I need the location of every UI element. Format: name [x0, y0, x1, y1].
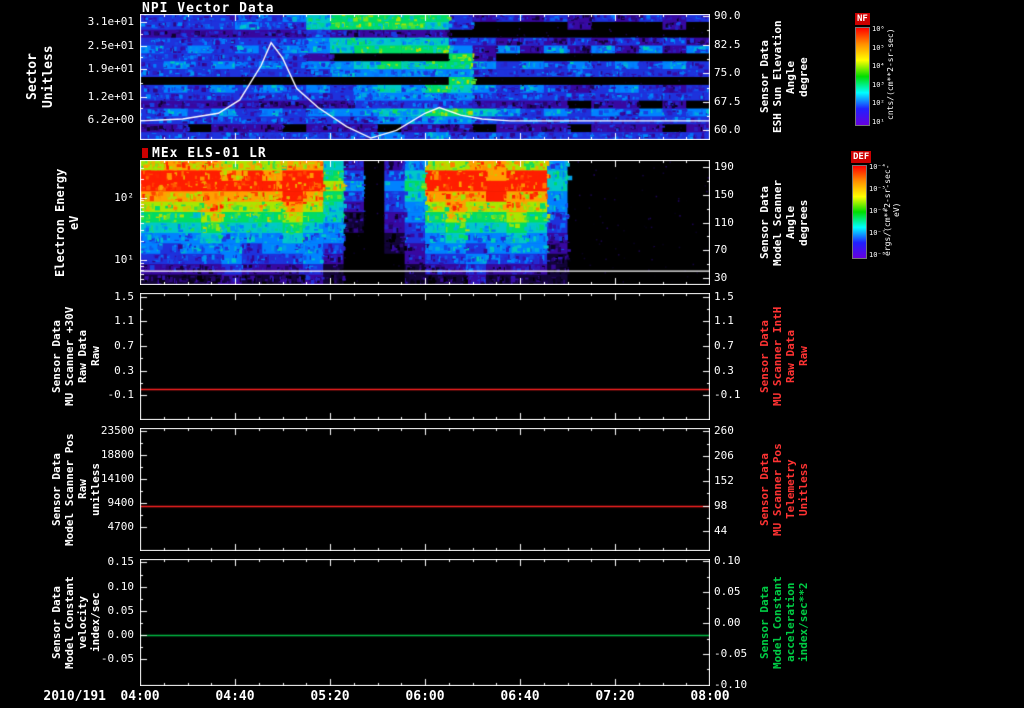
- right-axis-tick-label: 0.7: [714, 339, 734, 353]
- left-axis-title-line: unitless: [89, 463, 102, 516]
- right-axis-tick-label: 60.0: [714, 123, 741, 137]
- x-axis-date-label: 2010/191: [43, 689, 106, 704]
- left-axis-tick-label: 3.1e+01: [87, 14, 134, 28]
- def-colorbar: [852, 165, 867, 259]
- left-axis-tick-label: 2.5e+01: [87, 38, 134, 52]
- colorbar-tick-label: 10⁻⁴: [869, 162, 886, 171]
- right-axis-tick-label: 30: [714, 271, 728, 285]
- right-axis-title-line: Sensor Data: [758, 186, 771, 259]
- right-axis-title-line: Model Constant: [771, 576, 784, 669]
- right-axis-tick-label: -0.1: [714, 388, 741, 402]
- right-axis-tick-label: 190: [714, 159, 734, 173]
- left-axis-title-line: eV: [67, 215, 81, 230]
- colorbar-tick-label: 10³: [872, 80, 885, 89]
- right-axis-tick-label: 150: [714, 187, 734, 201]
- def-colorbar-title: DEF: [851, 151, 872, 163]
- x-axis-tick-label: 04:00: [120, 689, 160, 704]
- x-axis-tick-label: 07:20: [595, 689, 635, 704]
- right-axis-tick-label: 1.5: [714, 289, 734, 303]
- colorbar-tick-label: 10⁻⁶: [869, 207, 886, 215]
- right-axis-tick-label: 67.5: [714, 94, 741, 108]
- right-axis-title-line: Raw: [797, 346, 810, 367]
- left-axis-title-line: Sensor Data: [50, 453, 63, 526]
- left-axis-title-line: Sensor Data: [50, 586, 63, 659]
- right-axis-tick-label: 0.00: [714, 616, 741, 630]
- model-scanner-pos-plot-canvas: [140, 428, 710, 551]
- colorbar-tick-label: 10⁴: [872, 62, 885, 71]
- right-axis-title-line: Angle: [784, 60, 797, 94]
- left-axis-title-line: Unitless: [41, 45, 56, 109]
- x-axis-tick-label: 08:00: [690, 689, 730, 704]
- right-axis-title-line: Sensor Data: [758, 320, 771, 393]
- right-axis-title-line: Sensor Data: [758, 586, 771, 659]
- left-axis-title-line: velocity: [76, 596, 89, 649]
- right-axis-tick-label: 90.0: [714, 8, 741, 22]
- right-axis-tick-label: 98: [714, 498, 728, 512]
- right-axis-tick-label: 44: [714, 523, 728, 537]
- left-axis-title-line: Raw: [89, 346, 102, 367]
- right-axis-title-line: Raw Data: [784, 330, 797, 383]
- colorbar-tick-label: 10⁻⁸: [869, 251, 886, 260]
- nf-colorbar-title: NF: [855, 13, 870, 25]
- left-axis-title-line: Model Constant: [63, 576, 76, 669]
- right-axis-title-line: Sensor Data: [758, 453, 771, 526]
- right-axis-tick-label: 1.1: [714, 314, 734, 328]
- model-constant-velocity-plot-canvas: [140, 559, 710, 686]
- colorbar-tick-label: 10⁻⁵: [869, 184, 886, 193]
- right-axis-tick-label: 82.5: [714, 37, 741, 51]
- left-axis-title-line: MU Scanner +30V: [63, 306, 76, 407]
- x-axis-tick-label: 04:40: [215, 689, 255, 704]
- left-axis-tick-label: 1.9e+01: [87, 62, 134, 76]
- right-axis-title-line: index/sec**2: [797, 582, 810, 663]
- right-axis-tick-label: 0.3: [714, 363, 734, 377]
- colorbar-tick-label: 10²: [872, 99, 885, 108]
- right-axis-tick-label: 0.10: [714, 554, 741, 568]
- right-axis-title-line: Model Scanner: [771, 179, 784, 266]
- left-axis-title-line: index/sec: [89, 592, 102, 653]
- right-axis-tick-label: 206: [714, 449, 734, 463]
- right-axis-tick-label: 152: [714, 473, 734, 487]
- science-multipanel-plot: NPI Vector Data MEx ELS-01 LR NF cnts/(c…: [0, 0, 1024, 708]
- left-axis-title-line: Raw Data: [76, 330, 89, 383]
- left-axis-title-line: Electron Energy: [53, 168, 67, 277]
- els-spectrogram-canvas: [140, 160, 710, 285]
- x-axis-tick-label: 06:40: [500, 689, 540, 704]
- x-axis-tick-label: 06:00: [405, 689, 445, 704]
- left-axis-title-line: Sector: [25, 53, 40, 101]
- right-axis-tick-label: 260: [714, 424, 734, 438]
- right-axis-title-line: Sensor Data: [758, 40, 771, 114]
- colorbar-tick-label: 10⁻⁷: [869, 229, 886, 238]
- right-axis-tick-label: 75.0: [714, 66, 741, 80]
- npi-spectrogram-canvas: [140, 14, 710, 140]
- right-axis-title-line: degrees: [797, 199, 810, 246]
- nf-colorbar: [855, 27, 870, 126]
- right-axis-title-line: Unitless: [797, 463, 810, 516]
- left-axis-title-line: Model Scanner Pos: [63, 433, 76, 546]
- right-axis-tick-label: 0.05: [714, 585, 741, 599]
- right-axis-tick-label: -0.05: [714, 646, 748, 660]
- left-axis-title-line: Sensor Data: [50, 320, 63, 393]
- colorbar-tick-label: 10⁶: [872, 24, 885, 33]
- right-axis-title-line: MU Scanner Pos: [771, 443, 784, 536]
- els-panel-title: MEx ELS-01 LR: [152, 146, 267, 161]
- mu-scanner-30v-plot-canvas: [140, 293, 710, 420]
- els-title-marker: [142, 148, 148, 158]
- left-axis-tick-label: 6.2e+00: [87, 112, 134, 126]
- x-axis-tick-label: 05:20: [310, 689, 350, 704]
- right-axis-title-line: MU Scanner IntH: [771, 306, 784, 407]
- left-axis-tick-label: 1.2e+01: [87, 89, 134, 103]
- right-axis-title-line: ESH Sun Elevation: [771, 20, 784, 134]
- right-axis-title-line: acceleration: [784, 582, 797, 663]
- right-axis-title-line: Angle: [784, 205, 797, 240]
- right-axis-tick-label: 70: [714, 243, 728, 257]
- right-axis-title-line: Telemetry: [784, 459, 797, 520]
- nf-colorbar-units: cnts/(cm**2-sr-sec): [886, 28, 895, 121]
- right-axis-title-line: degree: [797, 57, 810, 97]
- left-axis-title-line: Raw: [76, 479, 89, 500]
- right-axis-tick-label: 110: [714, 215, 734, 229]
- colorbar-tick-label: 10⁵: [872, 43, 885, 52]
- colorbar-tick-label: 10¹: [872, 118, 885, 127]
